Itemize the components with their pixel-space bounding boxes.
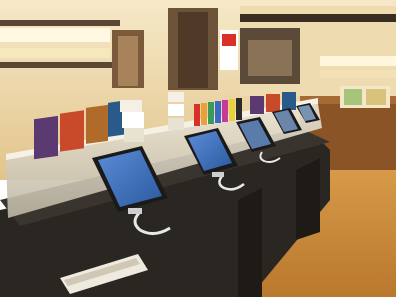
counter-leg-front <box>238 188 262 297</box>
doorway-inner <box>118 36 138 86</box>
book-icon <box>86 104 108 144</box>
right-shelf-items <box>248 40 292 76</box>
ceiling-light-left-2 <box>0 48 110 58</box>
right-light-band-1 <box>320 56 396 66</box>
poster-accent <box>222 34 236 46</box>
side-counter-print-2 <box>366 89 386 105</box>
ceiling-dark-band <box>0 20 120 26</box>
pamphlet-stand-2 <box>168 92 184 130</box>
right-light-band-2 <box>320 70 396 78</box>
side-counter-print-1 <box>344 89 362 105</box>
book-icon <box>60 110 84 152</box>
photo-frame <box>0 0 396 297</box>
ceiling-dark-band-2 <box>0 62 120 68</box>
right-signage <box>240 14 396 22</box>
counter-leg-right <box>296 158 320 240</box>
ceiling-light-left-1 <box>0 28 110 42</box>
pillar-shadow <box>178 12 208 88</box>
store-photo <box>0 0 396 297</box>
book-icon <box>34 115 58 160</box>
